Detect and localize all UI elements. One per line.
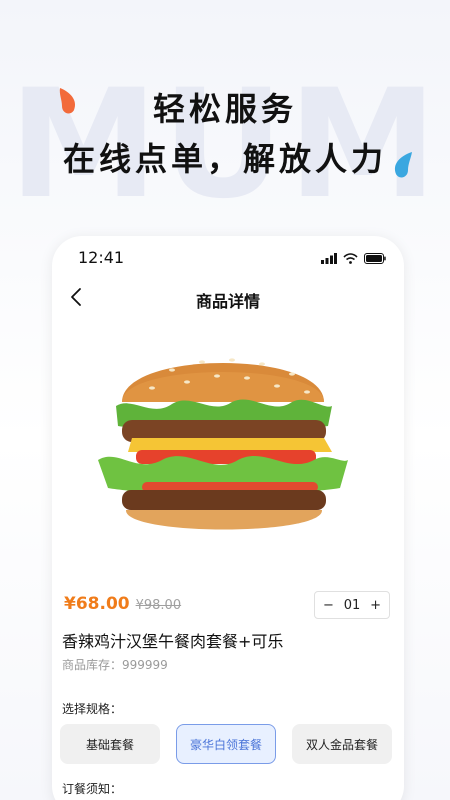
- product-name: 香辣鸡汁汉堡午餐肉套餐+可乐: [62, 632, 284, 651]
- current-price: ¥68.00: [64, 594, 130, 614]
- spec-option-double[interactable]: 双人金品套餐: [292, 724, 392, 764]
- wifi-icon: [343, 253, 358, 264]
- burger-product-image: [98, 358, 348, 530]
- status-icons: [321, 253, 386, 264]
- spec-option-deluxe[interactable]: 豪华白领套餐: [176, 724, 276, 764]
- battery-icon: [364, 253, 386, 264]
- order-notice-label: 订餐须知：: [62, 782, 123, 796]
- original-price: ¥98.00: [135, 598, 182, 613]
- nav-bar: 商品详情: [52, 284, 404, 316]
- quantity-value: 01: [343, 597, 361, 613]
- product-stock: 商品库存：999999: [62, 658, 168, 672]
- status-time: 12:41: [78, 248, 125, 267]
- status-bar: 12:41: [52, 236, 404, 280]
- hero-title: 轻松服务: [152, 90, 297, 128]
- spec-options: 基础套餐 豪华白领套餐 双人金品套餐: [60, 724, 392, 764]
- page-title: 商品详情: [195, 292, 260, 311]
- increase-button[interactable]: +: [370, 598, 381, 613]
- spec-label: 选择规格：: [62, 702, 123, 716]
- phone-frame: 12:41 商品详情 ¥68.00 ¥98.00 − 01 + 香辣鸡汁汉堡午餐…: [52, 236, 404, 800]
- price-row: ¥68.00 ¥98.00 − 01 +: [64, 591, 394, 620]
- signal-icon: [321, 253, 337, 264]
- spec-option-basic[interactable]: 基础套餐: [60, 724, 160, 764]
- quantity-stepper: − 01 +: [314, 591, 390, 619]
- hero-subtitle: 在线点单，解放人力: [62, 140, 387, 178]
- decrease-button[interactable]: −: [323, 598, 334, 613]
